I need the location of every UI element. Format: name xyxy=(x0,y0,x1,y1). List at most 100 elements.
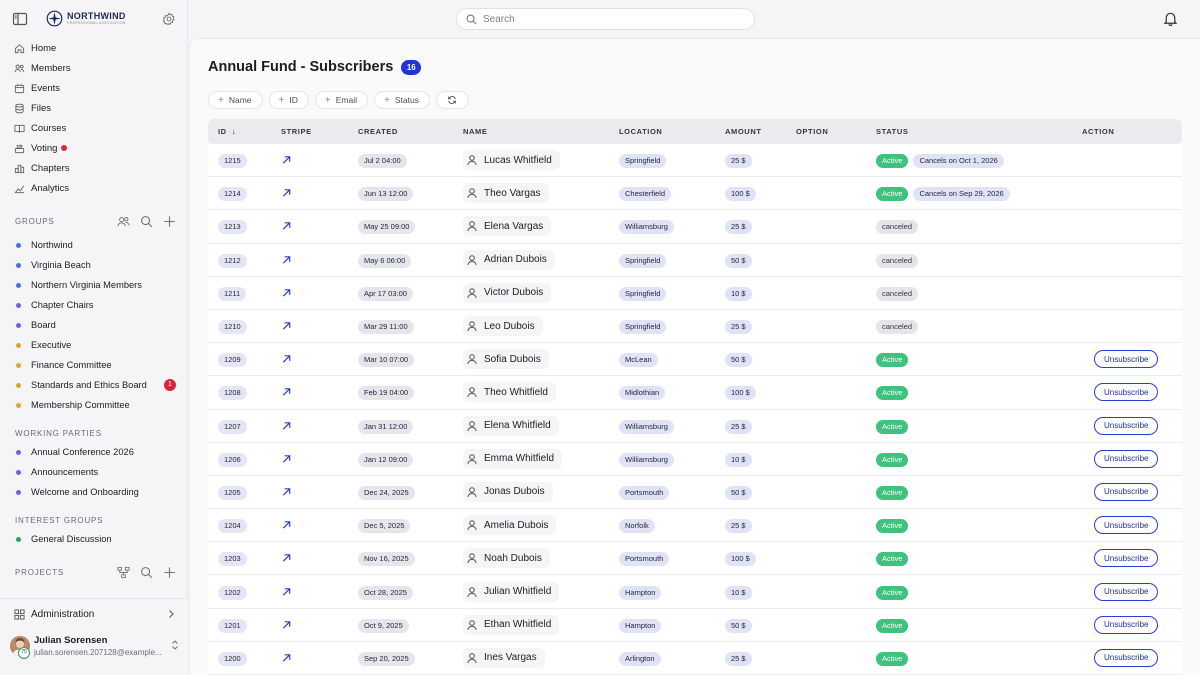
list-item[interactable]: Membership Committee xyxy=(0,395,188,415)
search-input[interactable] xyxy=(483,13,723,25)
filter-chip-name[interactable]: + Name xyxy=(208,91,263,109)
external-link-arrow-icon[interactable] xyxy=(281,155,292,166)
external-link-arrow-icon[interactable] xyxy=(281,354,292,365)
nav-item-chapters[interactable]: Chapters xyxy=(0,158,188,178)
subscriber-name[interactable]: Sofia Dubois xyxy=(463,349,549,370)
add-group-icon[interactable] xyxy=(163,215,176,228)
unsubscribe-button[interactable]: Unsubscribe xyxy=(1094,482,1159,501)
projects-search-icon[interactable] xyxy=(140,566,153,579)
unsubscribe-button[interactable]: Unsubscribe xyxy=(1094,416,1159,435)
list-item[interactable]: Annual Conference 2026 xyxy=(0,442,188,462)
subscriber-name[interactable]: Lucas Whitfield xyxy=(463,150,560,171)
nav-item-home[interactable]: Home xyxy=(0,38,188,58)
table-row[interactable]: 1201 Oct 9, 2025 Ethan Whitfield Hampton 50 … xyxy=(208,608,1182,642)
unsubscribe-button[interactable]: Unsubscribe xyxy=(1094,350,1159,369)
subscriber-name[interactable]: Adrian Dubois xyxy=(463,249,555,270)
subscriber-name[interactable]: Ethan Whitfield xyxy=(463,614,560,635)
subscriber-name[interactable]: Victor Dubois xyxy=(463,282,552,303)
column-header-amount[interactable]: AMOUNT xyxy=(725,127,762,136)
settings-gear-icon[interactable] xyxy=(162,12,176,26)
table-row[interactable]: 1200 Sep 20, 2025 Ines Vargas Arlington 25 $… xyxy=(208,641,1182,675)
subscriber-name[interactable]: Theo Vargas xyxy=(463,183,549,204)
table-row[interactable]: 1211 Apr 17 03:00 Victor Dubois Springfield… xyxy=(208,276,1182,310)
list-item[interactable]: Welcome and Onboarding xyxy=(0,482,188,502)
table-row[interactable]: 1204 Dec 5, 2025 Amelia Dubois Norfolk 25 $ A… xyxy=(208,509,1182,543)
table-row[interactable]: 1205 Dec 24, 2025 Jonas Dubois Portsmouth 50… xyxy=(208,475,1182,510)
table-row[interactable]: 1208 Feb 19 04:00 Theo Whitfield Midlothian… xyxy=(208,376,1182,410)
external-link-arrow-icon[interactable] xyxy=(281,387,292,398)
list-item[interactable]: Announcements xyxy=(0,462,188,482)
nav-item-files[interactable]: Files xyxy=(0,98,188,118)
subscriber-name[interactable]: Noah Dubois xyxy=(463,548,550,569)
group-members-icon[interactable] xyxy=(117,215,130,228)
table-row[interactable]: 1203 Nov 16, 2025 Noah Dubois Portsmouth 100… xyxy=(208,542,1182,576)
subscriber-name[interactable]: Elena Whitfield xyxy=(463,415,559,436)
table-row[interactable]: 1210 Mar 29 11:00 Leo Dubois Springfield 25 … xyxy=(208,309,1182,344)
external-link-arrow-icon[interactable] xyxy=(281,453,292,464)
table-row[interactable]: 1212 May 6 06:00 Adrian Dubois Springfield 5… xyxy=(208,243,1182,277)
subscriber-name[interactable]: Theo Whitfield xyxy=(463,382,556,403)
table-row[interactable]: 1209 Mar 10 07:00 Sofia Dubois McLean 50 $ Ac… xyxy=(208,343,1182,377)
unsubscribe-button[interactable]: Unsubscribe xyxy=(1094,549,1159,568)
user-account-menu[interactable]: 75 Julian Sorensen julian.sorensen.20712… xyxy=(10,633,180,663)
column-header-option[interactable]: OPTION xyxy=(796,127,828,136)
subscriber-name[interactable]: Jonas Dubois xyxy=(463,481,553,502)
list-item[interactable]: Virginia Beach xyxy=(0,255,188,275)
external-link-arrow-icon[interactable] xyxy=(281,321,292,332)
table-row[interactable]: 1206 Jan 12 09:00 Emma Whitfield Williamsbu… xyxy=(208,442,1182,476)
table-row[interactable]: 1207 Jan 31 12:00 Elena Whitfield Williamsb… xyxy=(208,409,1182,443)
subscriber-name[interactable]: Elena Vargas xyxy=(463,216,552,237)
list-item[interactable]: Northern Virginia Members xyxy=(0,275,188,295)
filter-chip-id[interactable]: + ID xyxy=(268,91,309,109)
column-header-status[interactable]: STATUS xyxy=(876,127,909,136)
subscriber-name[interactable]: Emma Whitfield xyxy=(463,448,563,469)
subscriber-name[interactable]: Julian Whitfield xyxy=(463,581,560,602)
list-item[interactable]: Chapter Chairs xyxy=(0,295,188,315)
subscriber-name[interactable]: Ines Vargas xyxy=(463,647,545,668)
external-link-arrow-icon[interactable] xyxy=(281,420,292,431)
list-item[interactable]: Board xyxy=(0,315,188,335)
external-link-arrow-icon[interactable] xyxy=(281,553,292,564)
external-link-arrow-icon[interactable] xyxy=(281,619,292,630)
add-project-icon[interactable] xyxy=(163,566,176,579)
table-row[interactable]: 1213 May 25 09:00 Elena Vargas Williamsburg… xyxy=(208,210,1182,244)
table-row[interactable]: 1202 Oct 28, 2025 Julian Whitfield Hampton 1… xyxy=(208,575,1182,609)
groups-search-icon[interactable] xyxy=(140,215,153,228)
external-link-arrow-icon[interactable] xyxy=(281,652,292,663)
nav-item-events[interactable]: Events xyxy=(0,78,188,98)
nav-item-analytics[interactable]: Analytics xyxy=(0,178,188,198)
table-row[interactable]: 1214 Jun 13 12:00 Theo Vargas Chesterfield 1… xyxy=(208,177,1182,211)
external-link-arrow-icon[interactable] xyxy=(281,486,292,497)
nav-item-voting[interactable]: Voting xyxy=(0,138,188,158)
unsubscribe-button[interactable]: Unsubscribe xyxy=(1094,582,1159,601)
column-header-location[interactable]: LOCATION xyxy=(619,127,662,136)
list-item[interactable]: Executive xyxy=(0,335,188,355)
global-search[interactable] xyxy=(456,8,755,30)
brand-logo[interactable]: NORTHWIND PROFESSIONAL ASSOCIATION xyxy=(46,10,126,27)
projects-hierarchy-icon[interactable] xyxy=(117,566,130,579)
table-row[interactable]: 1215 Jul 2 04:00 Lucas Whitfield Springfiel… xyxy=(208,144,1182,178)
nav-item-courses[interactable]: Courses xyxy=(0,118,188,138)
external-link-arrow-icon[interactable] xyxy=(281,586,292,597)
unsubscribe-button[interactable]: Unsubscribe xyxy=(1094,615,1159,634)
column-header-created[interactable]: CREATED xyxy=(358,127,398,136)
column-header-id[interactable]: ID ↓ xyxy=(218,127,236,136)
filter-chip-status[interactable]: + Status xyxy=(373,91,430,109)
notifications-bell-icon[interactable] xyxy=(1162,10,1179,27)
subscriber-name[interactable]: Amelia Dubois xyxy=(463,515,557,536)
list-item[interactable]: General Discussion xyxy=(0,529,188,549)
administration-link[interactable]: Administration xyxy=(14,605,178,623)
refresh-button[interactable] xyxy=(435,91,469,109)
external-link-arrow-icon[interactable] xyxy=(281,520,292,531)
external-link-arrow-icon[interactable] xyxy=(281,254,292,265)
external-link-arrow-icon[interactable] xyxy=(281,287,292,298)
external-link-arrow-icon[interactable] xyxy=(281,188,292,199)
unsubscribe-button[interactable]: Unsubscribe xyxy=(1094,383,1159,402)
column-header-name[interactable]: NAME xyxy=(463,127,487,136)
sidebar-toggle-icon[interactable] xyxy=(12,11,28,27)
list-item[interactable]: Finance Committee xyxy=(0,355,188,375)
subscriber-name[interactable]: Leo Dubois xyxy=(463,316,543,337)
column-header-stripe[interactable]: STRIPE xyxy=(281,127,312,136)
unsubscribe-button[interactable]: Unsubscribe xyxy=(1094,648,1159,667)
nav-item-members[interactable]: Members xyxy=(0,58,188,78)
